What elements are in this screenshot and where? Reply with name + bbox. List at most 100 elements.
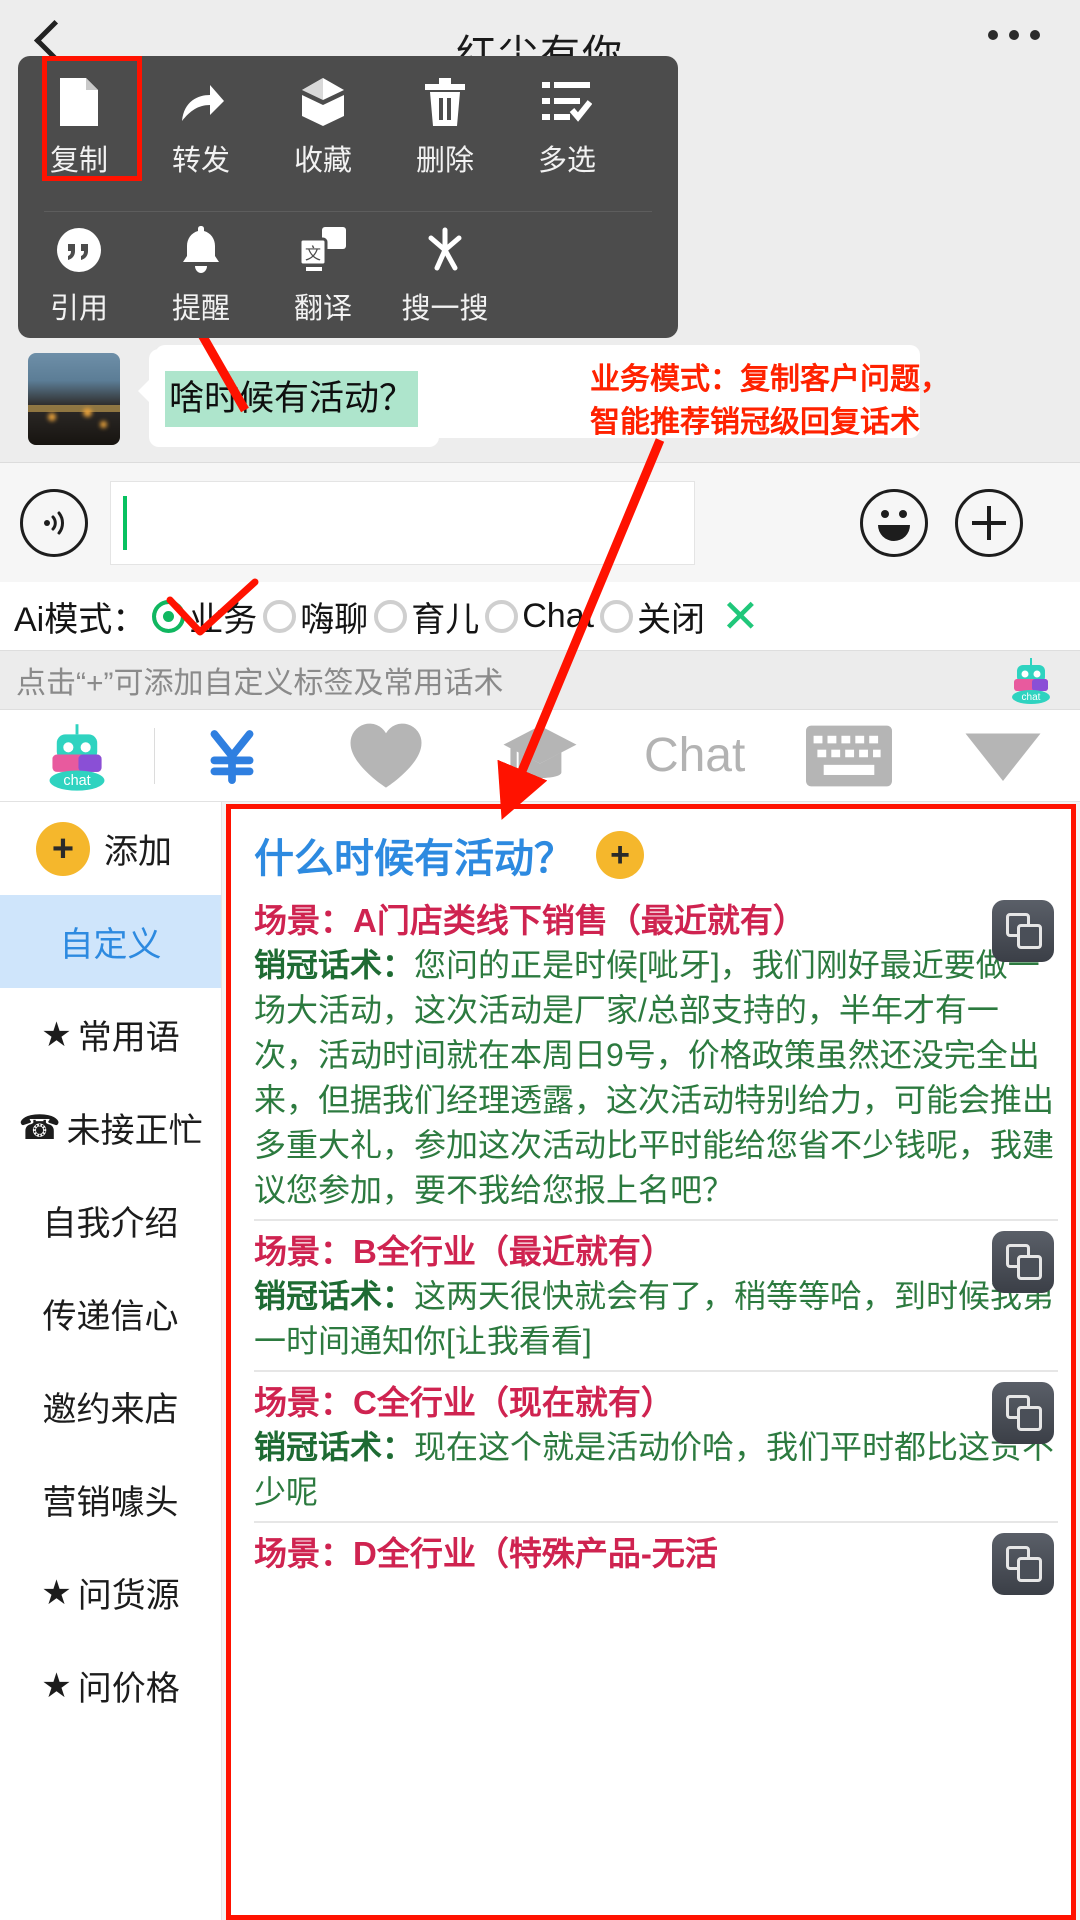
sidebar-item-custom-label: 自定义 [59,926,162,964]
sidebar-item-self-intro-label: 自我介绍 [42,1205,179,1243]
radio-chat[interactable] [485,599,519,633]
menu-item-search[interactable]: 搜一搜 [384,222,506,327]
ai-mode-option-parenting-label: 育儿 [411,600,480,639]
tool-chat-text[interactable]: Chat [618,710,772,802]
ai-mode-option-business[interactable]: 业务 [152,592,257,641]
sidebar-item-self-intro[interactable]: 自我介绍 [0,1174,221,1267]
svg-text:chat: chat [63,772,90,788]
suggestion-section-d: 场景：D全行业（特殊产品-无活 [254,1521,1058,1595]
search-sparkle-icon [421,222,469,278]
voice-wave-icon[interactable] [20,489,88,557]
script-body-c: 销冠话术：现在这个就是活动价哈，我们平时都比这贵不少呢 [254,1425,1058,1515]
star-icon: ★ [41,1015,72,1054]
copy-icon[interactable] [992,1231,1054,1293]
menu-item-delete-label: 删除 [415,145,474,177]
menu-item-translate-label: 翻译 [293,293,352,325]
menu-item-quote[interactable]: 引用 [18,222,140,327]
menu-item-copy[interactable]: 复制 [18,74,140,179]
sidebar-item-invite-store-label: 邀约来店 [42,1391,179,1429]
ai-mode-option-chatfun-label: 嗨聊 [300,600,369,639]
radio-chatfun[interactable] [263,599,297,633]
radio-business[interactable] [152,599,186,633]
hint-text: 点击“+”可添加自定义标签及常用话术 [16,667,504,700]
sidebar-add-label: 添加 [104,833,172,871]
sidebar-item-missed-busy-label: 未接正忙 [66,1112,203,1150]
context-menu-row-1: 复制 转发 收藏 删除 多选 [18,74,678,179]
panel-question-title: 什么时候有活动？ [254,837,574,881]
script-text-a: 您问的正是时候[呲牙]，我们刚好最近要做一场大活动，这次活动是厂家/总部支持的，… [254,947,1055,1208]
script-body-b: 销冠话术：这两天很快就会有了，稍等等哈，到时候我第一时间通知你[让我看看] [254,1274,1058,1364]
forward-arrow-icon [176,74,226,130]
menu-item-delete[interactable]: 删除 [384,74,506,179]
smiley-icon[interactable] [860,489,928,557]
suggestion-section-a: 场景：A门店类线下销售（最近就有） 销冠话术：您问的正是时候[呲牙]，我们刚好最… [254,890,1058,1219]
script-label-a: 销冠话术： [254,947,415,983]
menu-item-forward[interactable]: 转发 [140,74,262,179]
panel-question-header: 什么时候有活动？ + [254,826,1058,884]
search-input[interactable] [110,481,695,565]
copy-icon[interactable] [992,900,1054,962]
sidebar-item-marketing-hook[interactable]: 营销噱头 [0,1453,221,1546]
radio-off[interactable] [600,599,634,633]
menu-item-translate[interactable]: 文 翻译 [262,222,384,327]
copy-icon[interactable] [992,1382,1054,1444]
ai-mode-option-chat-label: Chat [522,596,595,635]
sidebar-item-confidence[interactable]: 传递信心 [0,1267,221,1360]
sidebar-item-custom[interactable]: 自定义 [0,895,221,988]
tool-graduation[interactable] [463,710,617,802]
trash-icon [423,74,467,130]
radio-parenting[interactable] [374,599,408,633]
more-dots-icon[interactable] [988,30,1040,40]
panel-add-icon[interactable]: + [596,831,644,879]
text-caret [123,496,127,550]
tool-keyboard[interactable] [772,710,926,802]
menu-item-favorite[interactable]: 收藏 [262,74,384,179]
ai-mode-option-off-label: 关闭 [637,600,706,639]
svg-text:chat: chat [1022,692,1041,703]
script-label-c: 销冠话术： [254,1429,415,1465]
panel-highlight-frame: 什么时候有活动？ + 场景：A门店类线下销售（最近就有） 销冠话术：您问的正是时… [226,804,1076,1920]
message-bubble[interactable]: 啥时候有活动？ [138,349,439,447]
multi-select-icon [542,74,592,130]
script-label-b: 销冠话术： [254,1278,415,1314]
menu-item-forward-label: 转发 [171,145,230,177]
menu-item-multiselect[interactable]: 多选 [506,74,628,179]
suggestion-section-c: 场景：C全行业（现在就有） 销冠话术：现在这个就是活动价哈，我们平时都比这贵不少… [254,1370,1058,1521]
sidebar-item-ask-price[interactable]: ★ 问价格 [0,1639,221,1732]
tool-favorite[interactable] [309,710,463,802]
tool-yen[interactable] [155,710,309,802]
menu-item-copy-label: 复制 [49,145,108,177]
ai-mode-option-chat[interactable]: Chat [485,597,594,636]
sidebar-item-invite-store[interactable]: 邀约来店 [0,1360,221,1453]
chat-robot-icon[interactable]: chat [1004,653,1058,712]
menu-item-remind-label: 提醒 [171,293,230,325]
plus-circle-icon: + [36,821,90,876]
menu-item-favorite-label: 收藏 [293,145,352,177]
sidebar-item-phrases[interactable]: ★ 常用语 [0,988,221,1081]
scene-label-a: 场景：A门店类线下销售（最近就有） [254,902,806,939]
sidebar-item-phrases-label: 常用语 [77,1019,180,1057]
quote-icon [55,222,103,278]
plus-circle-icon[interactable] [955,489,1023,557]
sidebar-item-missed-busy[interactable]: ☎ 未接正忙 [0,1081,221,1174]
sidebar-item-ask-source[interactable]: ★ 问货源 [0,1546,221,1639]
chevron-down-icon[interactable] [926,710,1080,802]
chat-input-bar [0,462,1080,582]
sidebar-item-confidence-label: 传递信心 [42,1298,179,1336]
star-icon: ★ [41,1573,72,1612]
menu-item-remind[interactable]: 提醒 [140,222,262,327]
sidebar: + 添加 自定义 ★ 常用语 ☎ 未接正忙 自我介绍 传递信心 邀约来店 营销噱… [0,802,222,1920]
ai-mode-option-chatfun[interactable]: 嗨聊 [263,592,368,641]
tool-chat-robot[interactable]: chat [0,710,154,802]
menu-item-quote-label: 引用 [49,293,108,325]
ai-mode-row: Ai模式： 业务 嗨聊 育儿 Chat 关闭 ✕ [0,582,1080,650]
ai-mode-option-off[interactable]: 关闭 [600,592,705,641]
menu-divider [44,211,652,212]
star-box-icon [300,74,346,130]
menu-item-search-label: 搜一搜 [401,293,489,325]
copy-icon[interactable] [992,1533,1054,1595]
sidebar-add-button[interactable]: + 添加 [0,802,221,895]
avatar[interactable] [28,353,120,445]
close-x-icon[interactable]: ✕ [721,593,760,639]
ai-mode-option-parenting[interactable]: 育儿 [374,592,479,641]
